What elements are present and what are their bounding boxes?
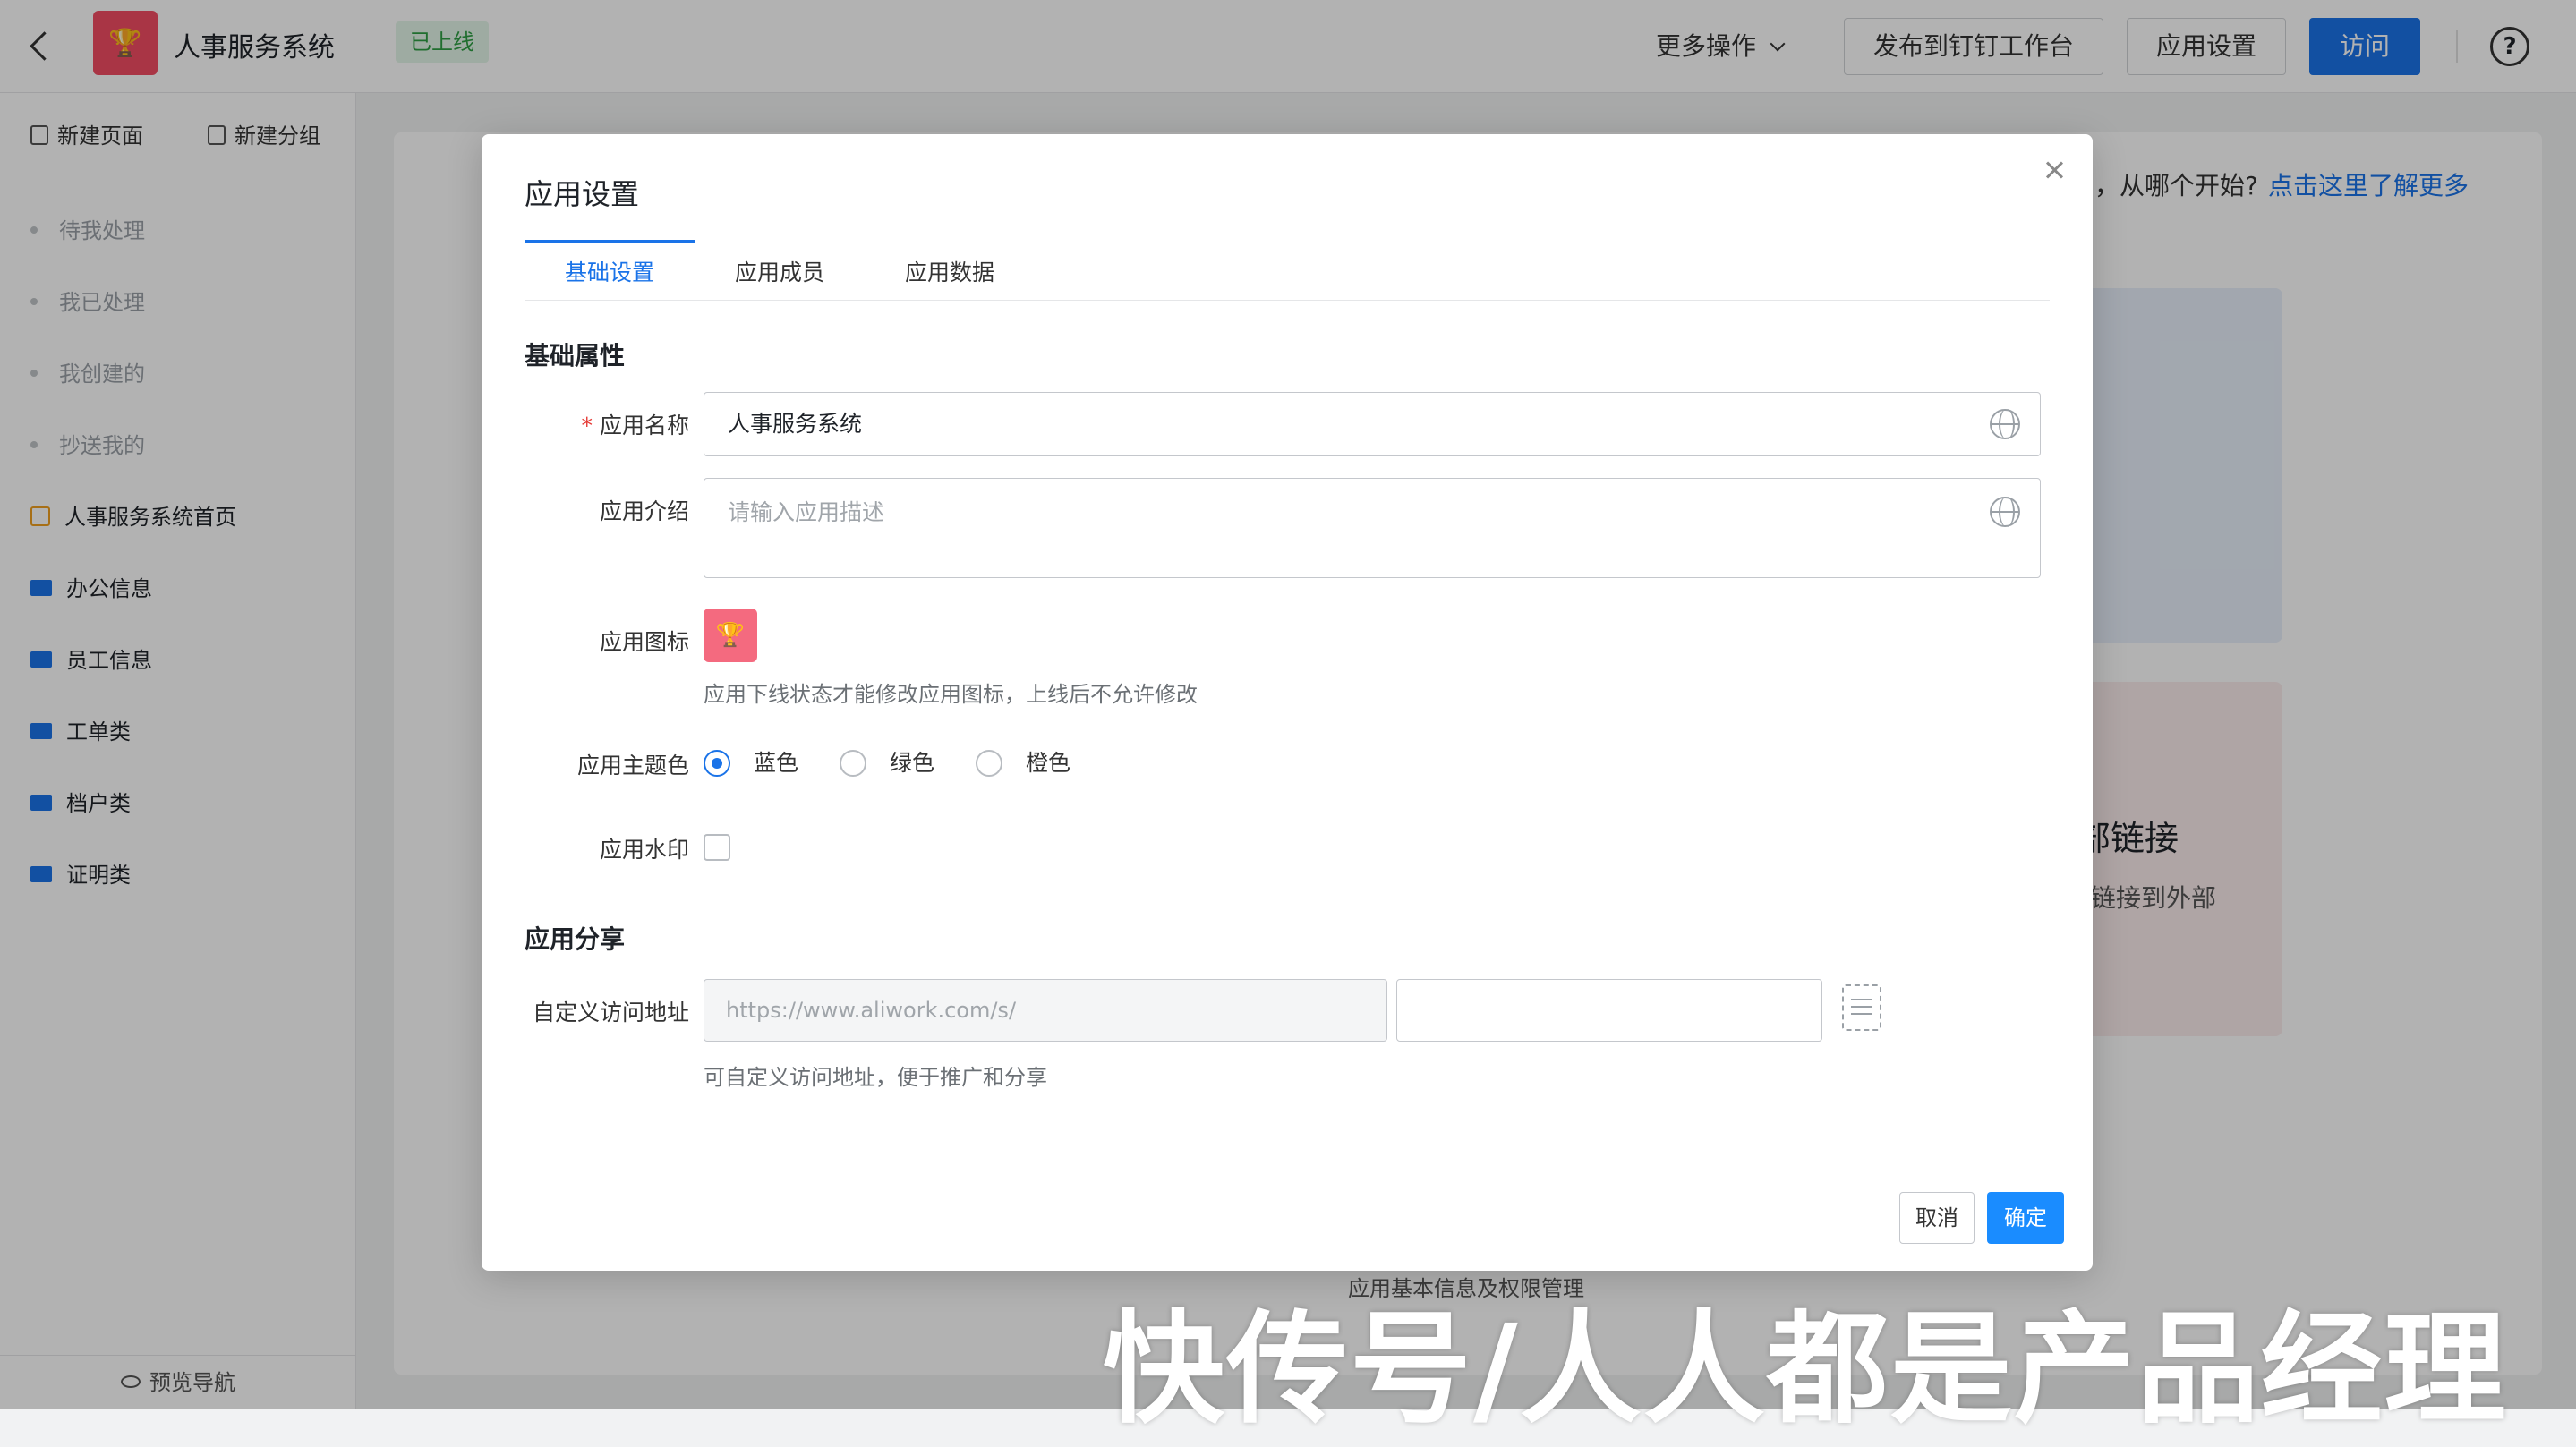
section-share-title: 应用分享 <box>525 924 626 954</box>
cancel-button[interactable]: 取消 <box>1899 1192 1975 1244</box>
globe-icon[interactable] <box>1990 409 2020 439</box>
custom-url-help: 可自定义访问地址，便于推广和分享 <box>704 1065 1047 1090</box>
app-icon-help: 应用下线状态才能修改应用图标，上线后不允许修改 <box>704 682 1198 707</box>
globe-icon[interactable] <box>1990 497 2020 527</box>
theme-orange-label[interactable]: 橙色 <box>1026 750 1070 777</box>
app-intro-label: 应用介绍 <box>599 498 689 524</box>
close-icon[interactable] <box>2039 154 2071 186</box>
app-intro-placeholder: 请输入应用描述 <box>728 499 885 525</box>
app-icon-label: 应用图标 <box>599 629 689 655</box>
app-settings-dialog: 应用设置 基础设置 应用成员 应用数据 基础属性 * 应用名称 人事服务系统 应用… <box>482 134 2093 1271</box>
section-basic-title: 基础属性 <box>525 341 626 370</box>
trophy-icon[interactable]: 🏆 <box>704 609 757 662</box>
copy-icon[interactable] <box>1842 984 1881 1031</box>
custom-url-input[interactable] <box>1396 979 1822 1042</box>
watermark-label: 应用水印 <box>599 837 689 863</box>
tab-app-data[interactable]: 应用数据 <box>865 240 1035 301</box>
theme-blue-radio[interactable] <box>704 750 730 777</box>
app-name-label: * 应用名称 <box>439 408 689 440</box>
app-name-label-text: 应用名称 <box>599 413 689 438</box>
theme-color-label: 应用主题色 <box>576 753 689 779</box>
custom-url-label: 自定义访问地址 <box>532 1000 689 1026</box>
app-intro-textarea[interactable]: 请输入应用描述 <box>704 478 2041 578</box>
watermark-text: 快传号/人人都是产品经理 <box>1103 1299 2508 1441</box>
ok-button[interactable]: 确定 <box>1987 1192 2064 1244</box>
tab-app-members[interactable]: 应用成员 <box>695 240 865 301</box>
app-name-value: 人事服务系统 <box>728 411 863 437</box>
app-name-input[interactable]: 人事服务系统 <box>704 392 2041 456</box>
required-mark: * <box>581 413 593 438</box>
theme-blue-label[interactable]: 蓝色 <box>754 750 798 777</box>
theme-orange-radio[interactable] <box>976 750 1002 777</box>
theme-green-radio[interactable] <box>840 750 866 777</box>
tab-basic-settings[interactable]: 基础设置 <box>525 240 695 301</box>
url-prefix: https://www.aliwork.com/s/ <box>704 979 1387 1042</box>
watermark-checkbox[interactable] <box>704 834 730 861</box>
theme-green-label[interactable]: 绿色 <box>890 750 934 777</box>
settings-tabs: 基础设置 应用成员 应用数据 <box>525 240 2050 301</box>
dialog-title: 应用设置 <box>525 177 640 211</box>
